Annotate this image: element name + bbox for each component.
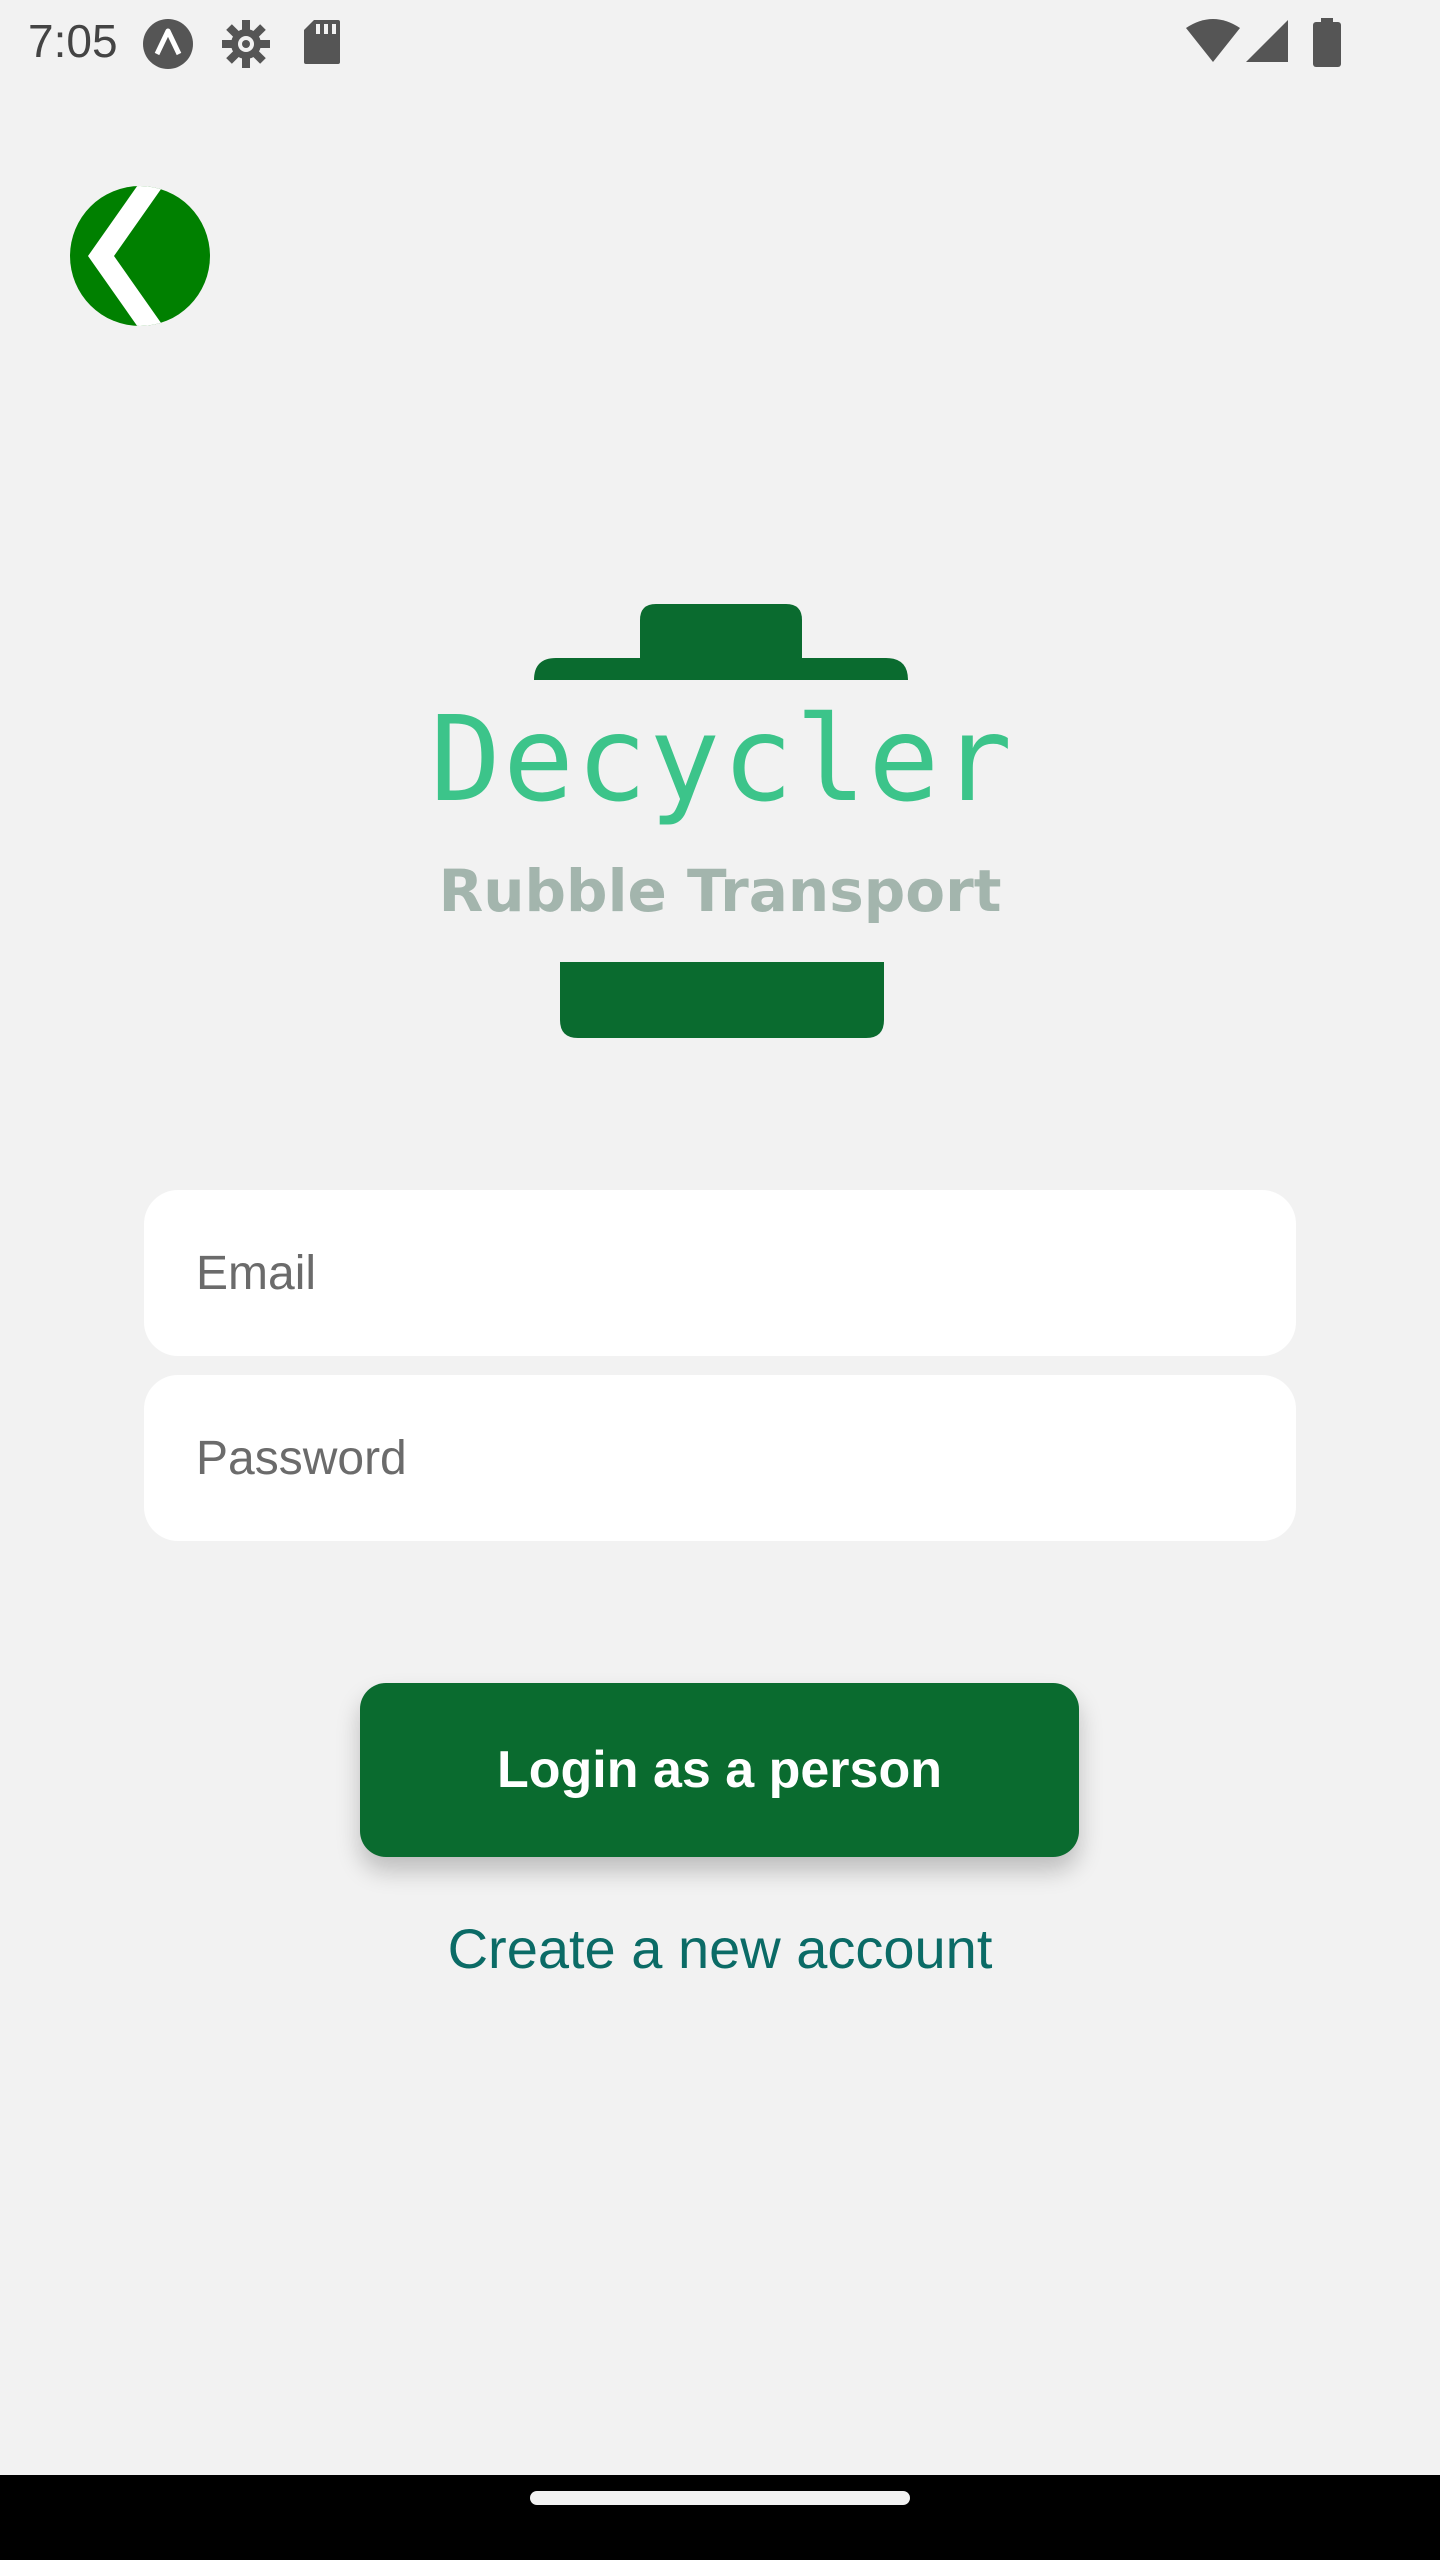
wifi-icon — [1186, 18, 1240, 66]
home-indicator[interactable] — [530, 2491, 910, 2505]
sd-card-icon — [302, 18, 342, 66]
logo-subtitle: Rubble Transport — [438, 857, 1002, 925]
chevron-left-icon — [88, 186, 164, 326]
battery-icon — [1312, 18, 1342, 67]
logo-wordmark: Decycler — [430, 690, 1015, 828]
create-account-link[interactable]: Create a new account — [0, 1916, 1440, 1981]
back-button[interactable] — [70, 186, 210, 326]
app-a-icon — [142, 18, 194, 69]
navigation-bar — [0, 2475, 1440, 2560]
login-screen: 7:05 Decycler Rubble Transport Email Log… — [0, 0, 1440, 2560]
password-field[interactable] — [144, 1375, 1296, 1541]
status-bar: 7:05 — [0, 0, 1440, 84]
email-field[interactable] — [144, 1190, 1296, 1356]
cell-signal-icon — [1244, 18, 1290, 66]
status-time: 7:05 — [28, 15, 118, 67]
login-as-person-button[interactable]: Login as a person — [360, 1683, 1079, 1857]
settings-gear-icon — [220, 18, 272, 68]
app-logo: Decycler Rubble Transport — [430, 600, 1015, 1040]
